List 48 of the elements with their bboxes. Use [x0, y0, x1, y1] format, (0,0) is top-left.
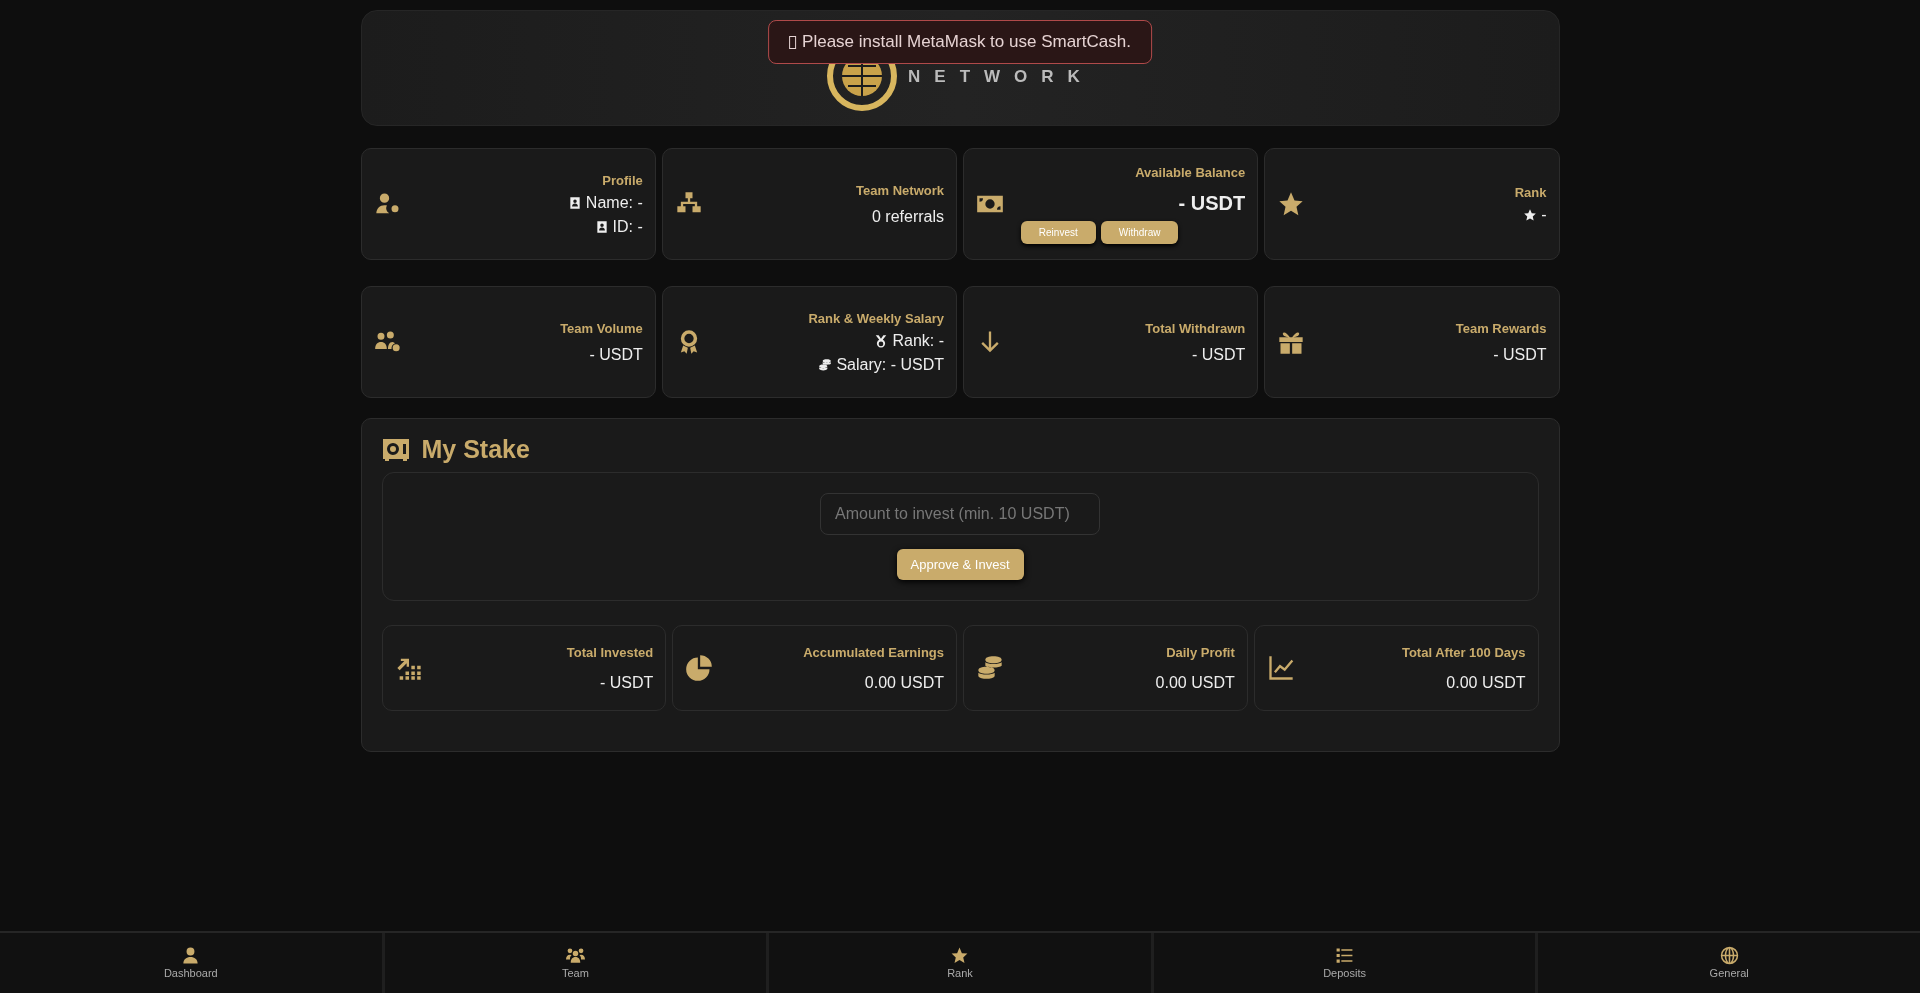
card-title: Total Withdrawn [1145, 320, 1246, 336]
card-title: Available Balance [1135, 164, 1246, 180]
coins-icon [818, 357, 833, 372]
card-title: Total Invested [566, 644, 654, 660]
card-value: 0.00 USDT [1155, 673, 1235, 692]
card-title: Team Volume [560, 320, 643, 336]
globe-icon [1719, 946, 1739, 965]
list-icon [1335, 946, 1355, 965]
missing-glyph-icon [789, 35, 797, 49]
card-title: Team Network [856, 182, 944, 198]
card-value: - USDT [1178, 191, 1246, 215]
card-value: - [1541, 205, 1547, 224]
card-value: Salary: - USDT [836, 355, 944, 374]
card-value: Rank: - [892, 331, 944, 350]
nav-item[interactable]: Rank [769, 933, 1154, 993]
card-title: Daily Profit [1166, 644, 1235, 660]
amount-input[interactable]: Amount to invest (min. 10 USDT) [820, 493, 1100, 535]
card-value: - USDT [599, 673, 654, 692]
nav-item[interactable]: Dashboard [0, 933, 385, 993]
pie-chart-icon [685, 654, 714, 682]
line-chart-icon [1266, 654, 1295, 682]
id-card-icon [594, 219, 609, 234]
card-value: Name: - [585, 193, 643, 212]
star-icon [1523, 207, 1538, 222]
toast-message: Please install MetaMask to use SmartCash. [802, 32, 1131, 52]
card-title: Profile [602, 172, 643, 188]
nav-item[interactable]: Team [384, 933, 770, 993]
id-card-icon [567, 195, 582, 210]
card-title: Total After 100 Days [1401, 644, 1526, 660]
card-value: 0 referrals [871, 207, 944, 226]
users-icon [565, 946, 585, 965]
card-title: Accumulated Earnings [803, 644, 944, 660]
section-title: My Stake [421, 435, 530, 464]
nav-item[interactable]: Deposits [1153, 933, 1539, 993]
card-value: ID: - [612, 217, 643, 236]
coins-icon [976, 654, 1004, 682]
card-value: 0.00 USDT [1446, 673, 1526, 692]
card-value: - USDT [1191, 345, 1246, 364]
card-value: - USDT [1493, 345, 1547, 364]
nav-item[interactable]: General [1538, 933, 1920, 993]
card-value: - USDT [589, 345, 643, 364]
medal-icon [874, 333, 889, 348]
card-title: Team Rewards [1455, 320, 1547, 336]
card-value: 0.00 USDT [864, 673, 944, 692]
card-title: Rank & Weekly Salary [808, 310, 944, 326]
safe-icon [381, 437, 410, 462]
card-title: Rank [1514, 184, 1547, 200]
logo-subtitle: NETWORK [908, 67, 1094, 87]
